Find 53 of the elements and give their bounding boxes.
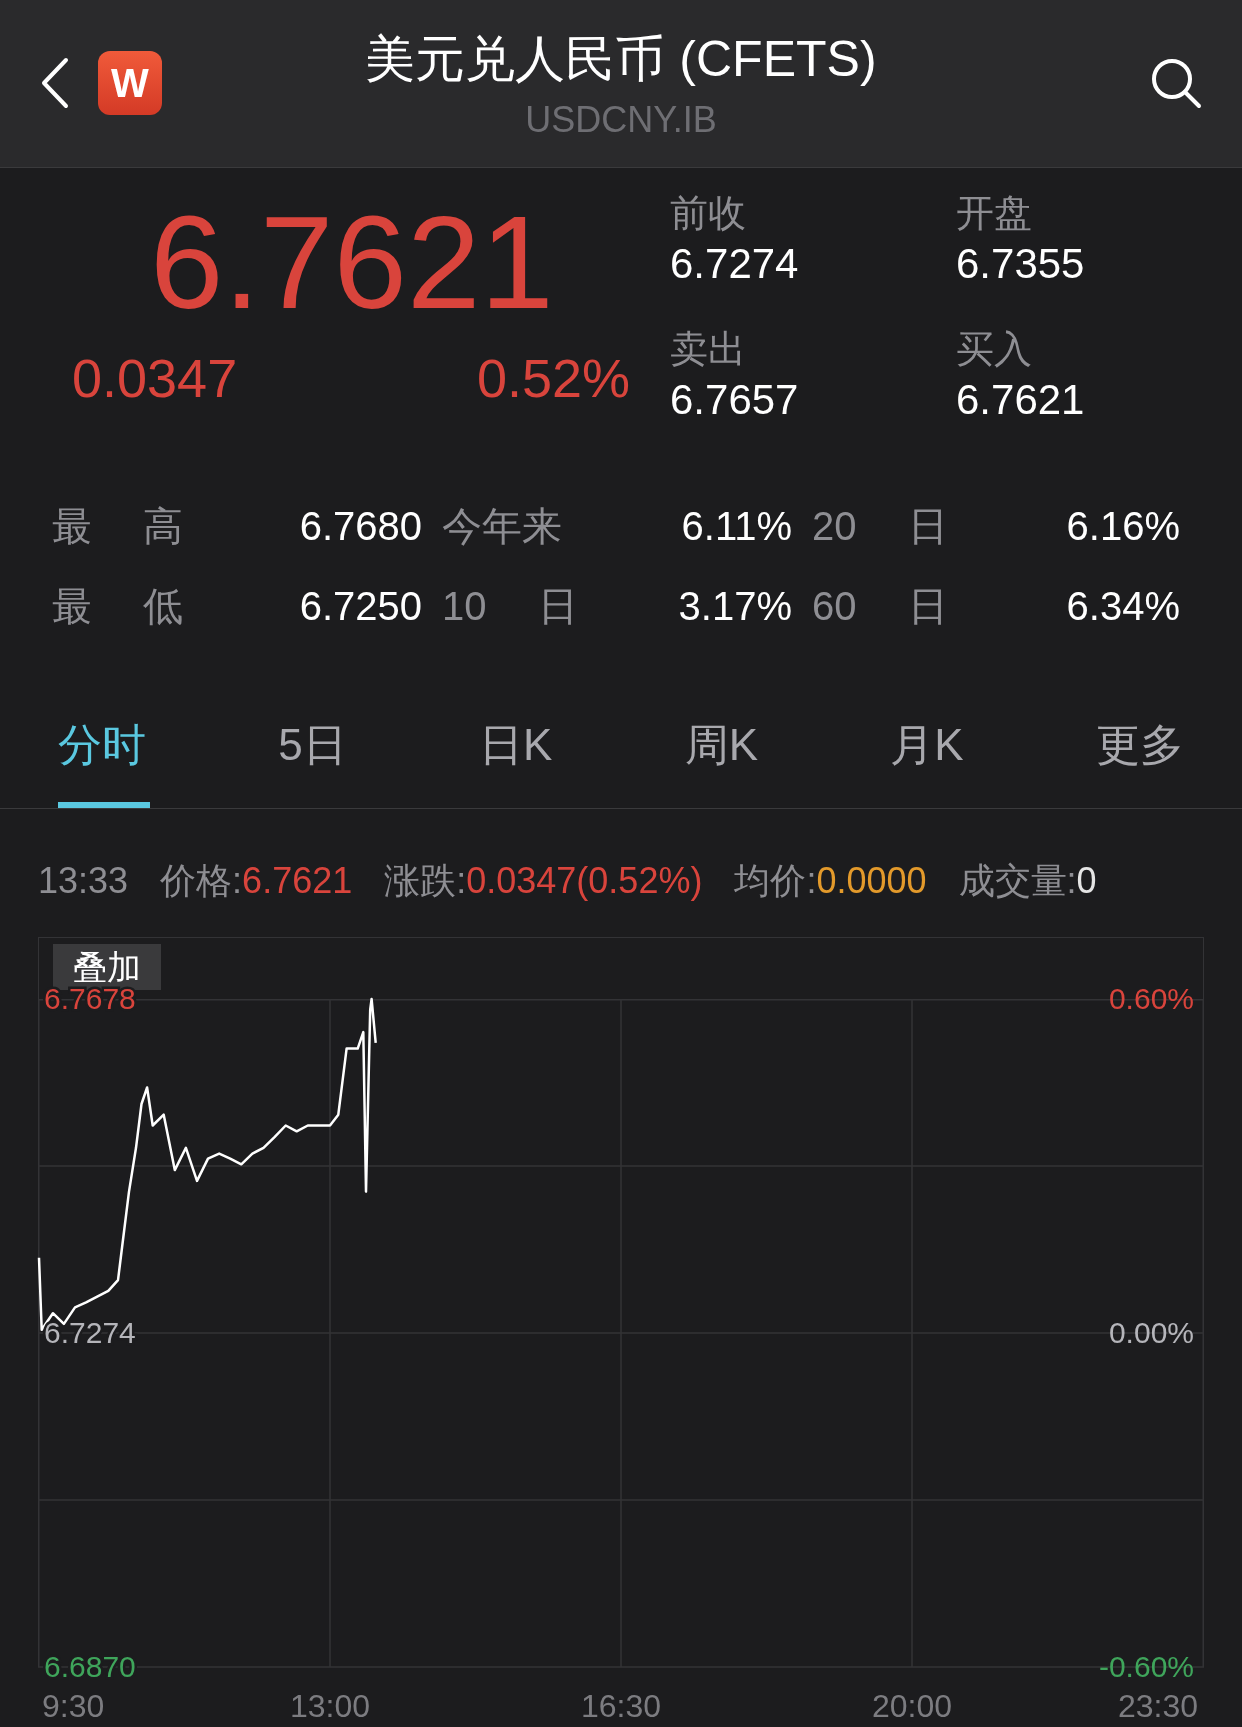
field-value: 6.7274 bbox=[670, 238, 800, 289]
axis-label: 6.7274 bbox=[44, 1316, 136, 1349]
stat-value: 6.11% bbox=[680, 503, 792, 551]
axis-label: -0.60% bbox=[1098, 1650, 1194, 1683]
search-icon[interactable] bbox=[1150, 57, 1202, 110]
overlay-button[interactable]: 叠加 bbox=[53, 944, 161, 990]
info-label: 价格: bbox=[160, 858, 243, 903]
axis-label: 13:00 bbox=[289, 1688, 371, 1724]
symbol-code: USDCNY.IB bbox=[525, 98, 717, 142]
field-label: 卖出 bbox=[670, 327, 747, 373]
field-label: 开盘 bbox=[956, 190, 1033, 236]
stat-label: 20 日 bbox=[811, 503, 949, 551]
stat-label: 10 日 bbox=[441, 583, 579, 631]
chart-tab[interactable]: 更多 bbox=[1095, 713, 1184, 808]
axis-label: 6.6870 bbox=[44, 1650, 136, 1683]
axis-label: 23:30 bbox=[1117, 1688, 1198, 1724]
page-title: 美元兑人民币 (CFETS) bbox=[365, 30, 877, 89]
axis-label: 0.00% bbox=[1108, 1316, 1194, 1349]
axis-label: 0.60% bbox=[1108, 982, 1194, 1015]
field-label: 前收 bbox=[670, 190, 747, 236]
stat-label: 今年来 bbox=[441, 503, 563, 551]
stat-label: 最 高 bbox=[52, 503, 185, 551]
back-icon[interactable] bbox=[40, 57, 70, 110]
stat-label: 最 低 bbox=[52, 583, 185, 631]
axis-label: 16:30 bbox=[580, 1688, 662, 1724]
info-value: 6.7621 bbox=[242, 858, 353, 903]
app-logo: W bbox=[98, 51, 162, 116]
field-value: 6.7657 bbox=[670, 375, 800, 426]
field-value: 6.7355 bbox=[956, 238, 1086, 289]
field-value: 6.7621 bbox=[956, 375, 1086, 426]
chart-tab[interactable]: 日K bbox=[479, 713, 553, 808]
info-value: 0 bbox=[1076, 858, 1097, 903]
info-label: 涨跌: bbox=[384, 858, 467, 903]
time-label: 13:33 bbox=[38, 858, 129, 903]
stat-value: 6.7680 bbox=[298, 503, 422, 551]
stat-label: 60 日 bbox=[811, 583, 949, 631]
info-value: 0.0347(0.52%) bbox=[466, 858, 703, 903]
current-price: 6.7621 bbox=[149, 187, 555, 338]
stat-value: 6.16% bbox=[1065, 503, 1180, 551]
stat-value: 3.17% bbox=[677, 583, 792, 631]
axis-label: 9:30 bbox=[42, 1688, 105, 1724]
info-value: 0.0000 bbox=[816, 858, 927, 903]
field-label: 买入 bbox=[956, 327, 1033, 373]
info-label: 成交量: bbox=[958, 858, 1077, 903]
chart-tab[interactable]: 月K bbox=[890, 713, 964, 808]
axis-label: 20:00 bbox=[871, 1688, 953, 1724]
chart-tab[interactable]: 5日 bbox=[278, 713, 347, 808]
info-label: 均价: bbox=[734, 858, 817, 903]
stat-value: 6.34% bbox=[1065, 583, 1180, 631]
stat-value: 6.7250 bbox=[298, 583, 422, 631]
price-change: 0.0347 bbox=[72, 346, 238, 410]
chart-tab[interactable]: 周K bbox=[684, 713, 759, 808]
change-percent: 0.52% bbox=[476, 346, 630, 410]
